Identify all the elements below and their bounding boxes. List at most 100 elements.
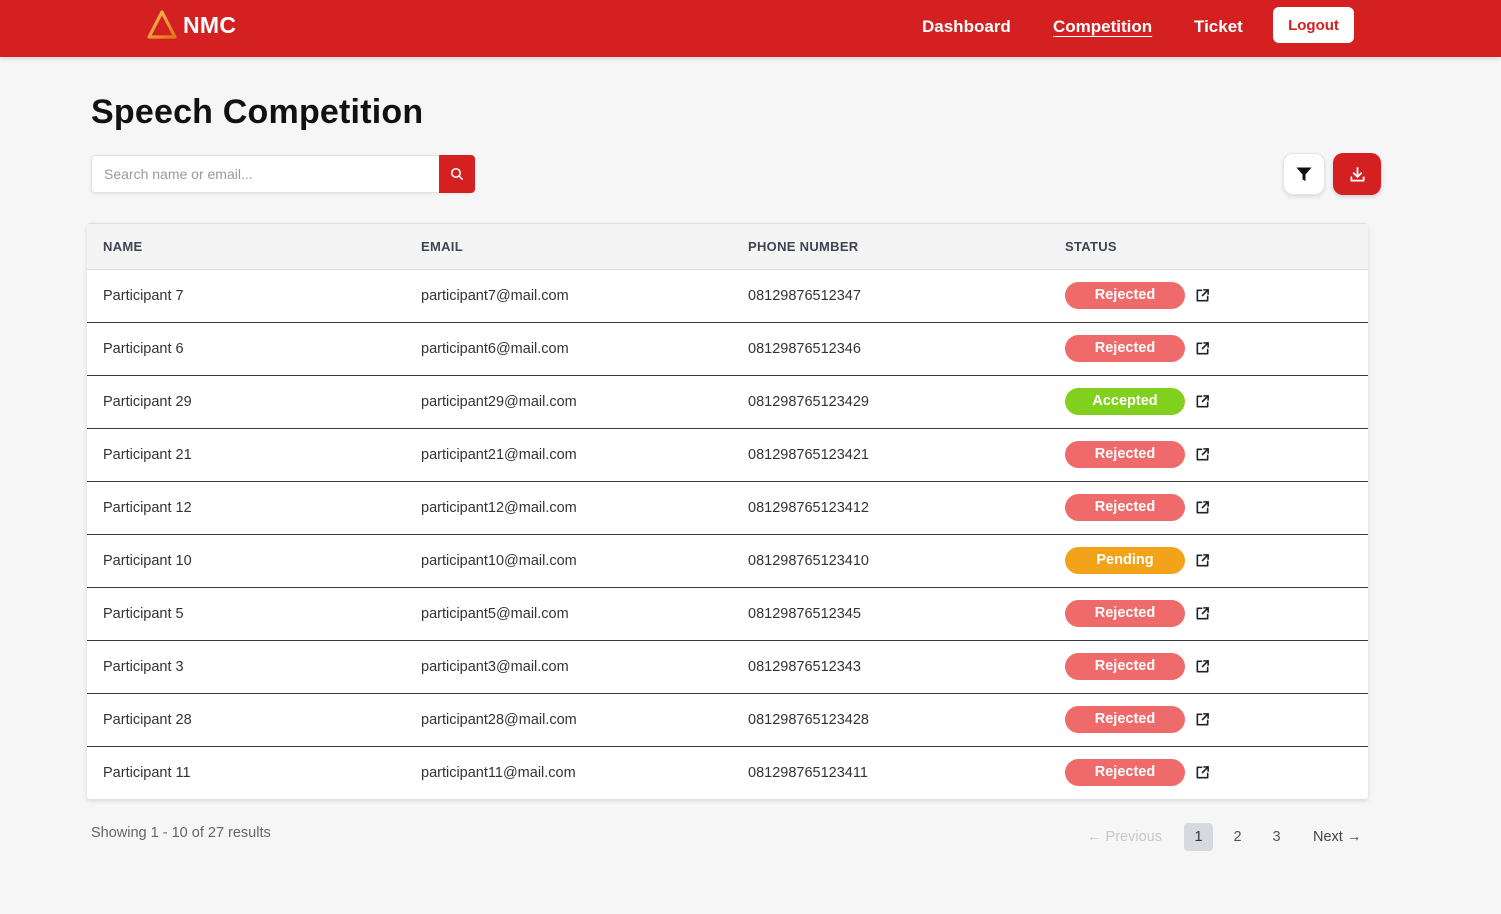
participant-email: participant21@mail.com [404,427,732,481]
external-link-icon[interactable] [1193,446,1211,464]
status-badge: Rejected [1065,600,1185,627]
status-badge: Rejected [1065,441,1185,468]
column-header-email: EMAIL [404,224,732,270]
table-row: Participant 28 participant28@mail.com 0812… [87,692,1368,746]
pagination-page-2[interactable]: 2 [1223,823,1252,851]
participant-email: participant11@mail.com [404,745,732,799]
table-body: Participant 7 participant7@mail.com 081298… [87,269,1368,799]
search-button[interactable] [439,155,475,193]
external-link-icon[interactable] [1193,711,1211,729]
status-badge: Rejected [1065,653,1185,680]
participant-name: Participant 21 [87,427,404,481]
external-link-icon[interactable] [1193,340,1211,358]
status-cell: Rejected [1049,321,1368,375]
filter-icon [1296,167,1312,181]
table-row: Participant 29 participant29@mail.com 0812… [87,374,1368,428]
participant-name: Participant 29 [87,374,404,428]
top-navbar: NMC Dashboard Competition Ticket Logout [0,0,1501,57]
participant-email: participant12@mail.com [404,480,732,534]
pagination-page-3[interactable]: 3 [1262,823,1291,851]
external-link-icon[interactable] [1193,287,1211,305]
status-cell: Rejected [1049,480,1368,534]
status-badge: Rejected [1065,494,1185,521]
brand-name: NMC [183,11,237,38]
search-input[interactable] [91,155,439,193]
filter-button[interactable] [1283,153,1325,195]
participant-email: participant3@mail.com [404,639,732,693]
logout-button[interactable]: Logout [1273,7,1354,43]
external-link-icon[interactable] [1193,658,1211,676]
nav-link-competition[interactable]: Competition [1053,17,1152,37]
participant-name: Participant 28 [87,692,404,746]
table-header-row: NAME EMAIL PHONE NUMBER STATUS [87,224,1368,270]
external-link-icon[interactable] [1193,552,1211,570]
table-row: Participant 3 participant3@mail.com 081298… [87,639,1368,693]
external-link-icon[interactable] [1193,499,1211,517]
table-row: Participant 12 participant12@mail.com 0812… [87,480,1368,534]
participant-name: Participant 6 [87,321,404,375]
participant-name: Participant 10 [87,533,404,587]
status-cell: Rejected [1049,692,1368,746]
status-cell: Rejected [1049,269,1368,322]
status-cell: Rejected [1049,745,1368,799]
table-row: Participant 7 participant7@mail.com 081298… [87,269,1368,322]
nav-link-dashboard[interactable]: Dashboard [922,17,1011,37]
search-bar [91,155,475,193]
participant-phone: 081298765123421 [732,427,1049,481]
participant-email: participant6@mail.com [404,321,732,375]
participant-email: participant5@mail.com [404,586,732,640]
external-link-icon[interactable] [1193,393,1211,411]
external-link-icon[interactable] [1193,605,1211,623]
participant-email: participant29@mail.com [404,374,732,428]
status-badge: Accepted [1065,388,1185,415]
nav-link-ticket[interactable]: Ticket [1194,17,1243,37]
status-cell: Rejected [1049,586,1368,640]
triangle-logo-icon [147,10,177,39]
page-title: Speech Competition [91,93,424,131]
table-row: Participant 21 participant21@mail.com 0812… [87,427,1368,481]
status-badge: Rejected [1065,335,1185,362]
participant-phone: 081298765123411 [732,745,1049,799]
participant-phone: 08129876512347 [748,287,861,304]
participants-table: NAME EMAIL PHONE NUMBER STATUS Participa… [87,223,1368,799]
column-header-name: NAME [87,224,404,270]
participant-email: participant7@mail.com [421,287,569,304]
participant-phone: 081298765123429 [732,374,1049,428]
download-button[interactable] [1333,153,1381,195]
pagination-page-1[interactable]: 1 [1184,823,1213,851]
participant-name: Participant 7 [103,287,184,304]
search-icon [450,167,464,181]
status-badge: Pending [1065,547,1185,574]
participant-name: Participant 5 [87,586,404,640]
table-row: Participant 10 participant10@mail.com 0812… [87,533,1368,587]
participant-phone: 081298765123428 [732,692,1049,746]
results-summary: Showing 1 - 10 of 27 results [91,825,271,841]
participant-name: Participant 12 [87,480,404,534]
status-cell: Rejected [1049,639,1368,693]
status-cell: Accepted [1049,374,1368,428]
column-header-status: STATUS [1049,224,1368,270]
participant-phone: 08129876512346 [732,321,1049,375]
status-badge: Rejected [1065,706,1185,733]
column-header-phone: PHONE NUMBER [732,224,1049,270]
participant-phone: 08129876512345 [732,586,1049,640]
brand[interactable]: NMC [147,10,236,40]
table-row: Participant 11 participant11@mail.com 0812… [87,745,1368,799]
participant-phone: 081298765123412 [732,480,1049,534]
participant-phone: 081298765123410 [732,533,1049,587]
participant-email: participant28@mail.com [404,692,732,746]
status-cell: Pending [1049,533,1368,587]
pagination-previous[interactable]: ← Previous [1087,829,1162,845]
status-badge: Rejected [1065,759,1185,787]
participant-name: Participant 11 [87,745,404,799]
table-row: Participant 6 participant6@mail.com 081298… [87,321,1368,375]
participant-name: Participant 3 [87,639,404,693]
status-badge: Rejected [1065,282,1185,309]
pagination-next[interactable]: Next → [1313,829,1361,845]
external-link-icon[interactable] [1193,764,1211,782]
participant-email: participant10@mail.com [404,533,732,587]
download-icon [1349,166,1365,182]
participant-phone: 08129876512343 [732,639,1049,693]
table-row: Participant 5 participant5@mail.com 081298… [87,586,1368,640]
status-cell: Rejected [1049,427,1368,481]
